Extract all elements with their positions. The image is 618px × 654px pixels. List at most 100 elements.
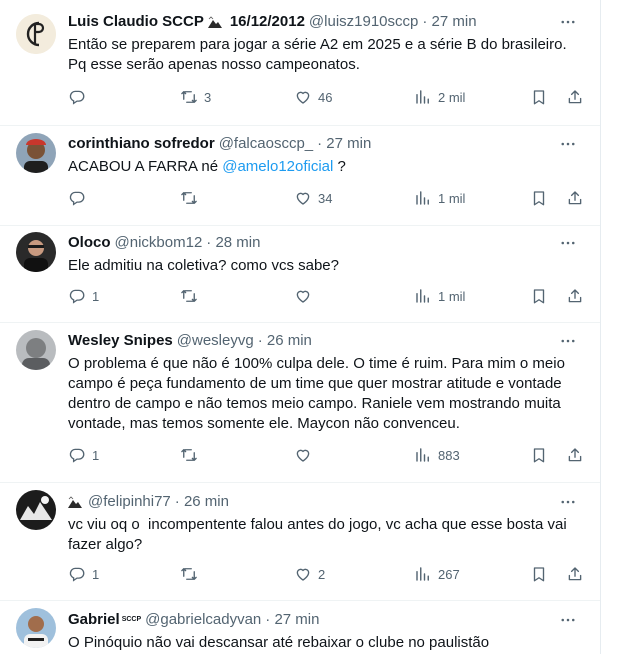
- bookmark-button[interactable]: [530, 445, 548, 465]
- tweet-header: Oloco @nickbom12 · 28 min: [68, 233, 586, 253]
- bookmark-button[interactable]: [530, 286, 548, 306]
- flag-emoji-icon: [208, 16, 222, 28]
- tweet[interactable]: Wesley Snipes @wesleyvg · 26 min O probl…: [0, 322, 600, 483]
- reply-icon: [68, 88, 86, 106]
- bookmark-icon: [530, 446, 548, 464]
- timestamp[interactable]: · 27 min: [422, 12, 476, 32]
- like-button[interactable]: [294, 286, 318, 306]
- bookmark-button[interactable]: [530, 188, 548, 208]
- tweet-header: Luis Claudio SCCP 16/12/2012 @luisz1910s…: [68, 12, 586, 32]
- tweet-text: O Pinóquio não vai descansar até rebaixa…: [68, 634, 490, 651]
- views-button[interactable]: 2 mil: [414, 87, 465, 107]
- timestamp[interactable]: · 27 min: [317, 134, 371, 154]
- display-name[interactable]: Oloco: [68, 233, 111, 253]
- heart-icon: [294, 88, 312, 106]
- like-button[interactable]: 34: [294, 188, 332, 208]
- retweet-button[interactable]: [180, 188, 204, 208]
- retweet-button[interactable]: [180, 445, 204, 465]
- views-button[interactable]: 883: [414, 445, 460, 465]
- retweet-icon: [180, 189, 198, 207]
- tweet-header: Gabriel SCCP @gabrielcadyvan · 27 min: [68, 610, 586, 630]
- like-button[interactable]: 2: [294, 564, 325, 584]
- bookmark-icon: [530, 88, 548, 106]
- handle[interactable]: @falcaosccp_: [219, 134, 313, 154]
- reply-button[interactable]: [68, 87, 92, 107]
- views-count: 1 mil: [438, 288, 466, 304]
- display-name[interactable]: Wesley Snipes: [68, 331, 173, 351]
- avatar[interactable]: [16, 232, 56, 272]
- views-icon: [414, 446, 432, 464]
- tweet-header: @felipinhi77 · 26 min: [68, 492, 586, 512]
- retweet-count: 3: [204, 89, 212, 105]
- tweet-header: corinthiano sofredor @falcaosccp_ · 27 m…: [68, 134, 586, 154]
- display-name[interactable]: Luis Claudio SCCP: [68, 12, 204, 32]
- views-button[interactable]: 1 mil: [414, 286, 465, 306]
- like-count: 46: [318, 89, 333, 105]
- tweet[interactable]: Luis Claudio SCCP 16/12/2012 @luisz1910s…: [0, 0, 600, 126]
- avatar[interactable]: [16, 490, 56, 530]
- handle[interactable]: @wesleyvg: [177, 331, 254, 351]
- more-icon[interactable]: [558, 12, 578, 32]
- avatar[interactable]: [16, 330, 56, 370]
- timestamp[interactable]: · 26 min: [258, 331, 312, 351]
- bookmark-button[interactable]: [530, 564, 548, 584]
- handle[interactable]: @felipinhi77: [88, 492, 171, 512]
- tweet-text: vc viu oq o incompentente falou antes do…: [68, 516, 567, 553]
- action-bar: 1 883: [68, 445, 588, 465]
- views-button[interactable]: 267: [414, 564, 460, 584]
- like-button[interactable]: [294, 445, 318, 465]
- handle[interactable]: @nickbom12: [115, 233, 203, 253]
- retweet-button[interactable]: 3: [180, 87, 211, 107]
- more-icon[interactable]: [558, 331, 578, 351]
- action-bar: 1 2 267: [68, 564, 588, 584]
- tweet[interactable]: corinthiano sofredor @falcaosccp_ · 27 m…: [0, 125, 600, 226]
- tweet[interactable]: @felipinhi77 · 26 min vc viu oq o incomp…: [0, 482, 600, 601]
- views-count: 267: [438, 566, 460, 582]
- bookmark-button[interactable]: [530, 87, 548, 107]
- share-button[interactable]: [566, 286, 584, 306]
- views-icon: [414, 88, 432, 106]
- avatar[interactable]: [16, 14, 56, 54]
- name-badge: SCCP: [121, 616, 142, 623]
- avatar[interactable]: [16, 133, 56, 173]
- like-button[interactable]: 46: [294, 87, 332, 107]
- display-name[interactable]: Gabriel: [68, 610, 120, 630]
- mention-link[interactable]: @amelo12oficial: [222, 158, 333, 175]
- tweet[interactable]: Oloco @nickbom12 · 28 min Ele admitiu na…: [0, 225, 600, 323]
- views-count: 1 mil: [438, 190, 466, 206]
- more-icon[interactable]: [558, 134, 578, 154]
- display-name-suffix: 16/12/2012: [229, 13, 305, 30]
- views-icon: [414, 189, 432, 207]
- tweet[interactable]: Gabriel SCCP @gabrielcadyvan · 27 min O …: [0, 600, 600, 654]
- share-button[interactable]: [566, 87, 584, 107]
- heart-icon: [294, 189, 312, 207]
- more-icon[interactable]: [558, 233, 578, 253]
- reply-button[interactable]: [68, 188, 92, 208]
- retweet-icon: [180, 287, 198, 305]
- handle[interactable]: @gabrielcadyvan: [145, 610, 261, 630]
- like-count: 2: [318, 566, 326, 582]
- tweet-text-part: ACABOU A FARRA né: [68, 158, 223, 175]
- display-name[interactable]: corinthiano sofredor: [68, 134, 215, 154]
- retweet-button[interactable]: [180, 564, 204, 584]
- more-icon[interactable]: [558, 610, 578, 630]
- heart-icon: [294, 565, 312, 583]
- timestamp[interactable]: · 28 min: [206, 233, 260, 253]
- timestamp[interactable]: · 26 min: [175, 492, 229, 512]
- reply-button[interactable]: 1: [68, 564, 99, 584]
- more-icon[interactable]: [558, 492, 578, 512]
- retweet-button[interactable]: [180, 286, 204, 306]
- handle[interactable]: @luisz1910sccp: [309, 12, 418, 32]
- reply-count: 1: [92, 566, 100, 582]
- reply-button[interactable]: 1: [68, 445, 99, 465]
- avatar[interactable]: [16, 608, 56, 648]
- share-button[interactable]: [566, 188, 584, 208]
- reply-button[interactable]: 1: [68, 286, 99, 306]
- action-bar: 34 1 mil: [68, 188, 588, 208]
- share-button[interactable]: [566, 445, 584, 465]
- views-count: 2 mil: [438, 89, 466, 105]
- views-button[interactable]: 1 mil: [414, 188, 465, 208]
- timestamp[interactable]: · 27 min: [265, 610, 319, 630]
- share-button[interactable]: [566, 564, 584, 584]
- tweet-header: Wesley Snipes @wesleyvg · 26 min: [68, 331, 586, 351]
